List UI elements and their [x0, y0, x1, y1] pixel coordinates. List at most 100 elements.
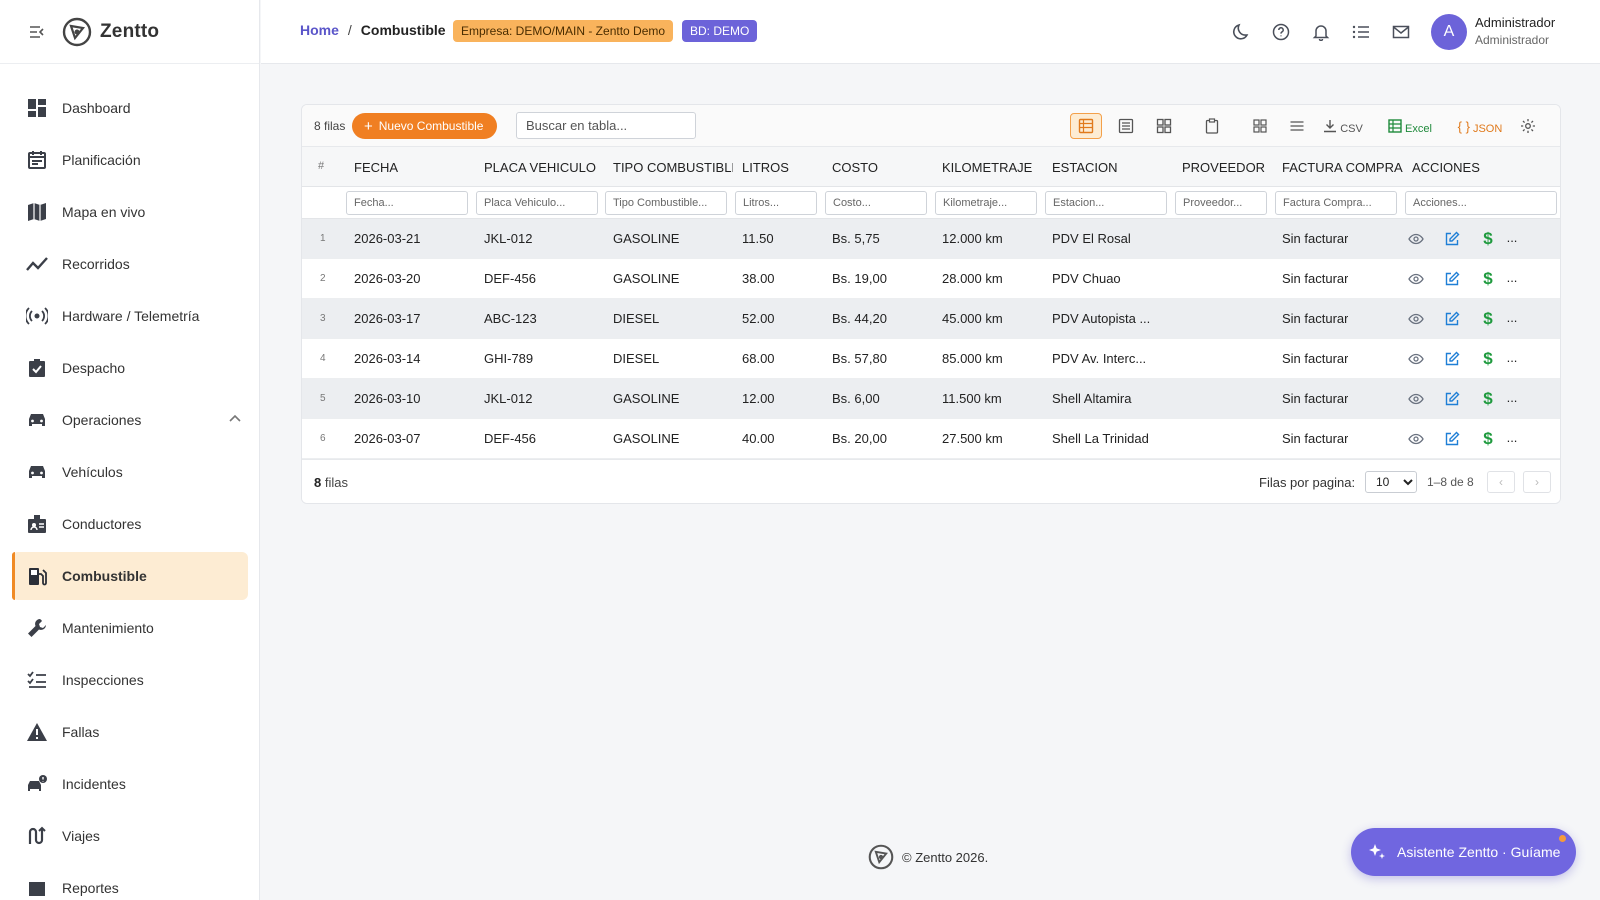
table-row[interactable]: 4 2026-03-14 GHI-789 DIESEL 68.00 Bs. 57,80 85…	[302, 339, 1560, 379]
column-header-litros[interactable]: LITROS	[742, 160, 789, 175]
clipboard-icon[interactable]	[1200, 113, 1224, 139]
help-icon[interactable]	[1271, 22, 1291, 42]
table-view-icon[interactable]	[1070, 113, 1102, 139]
more-actions-button[interactable]: ...	[1502, 387, 1522, 407]
sidebar-item-conductores[interactable]: Conductores	[12, 500, 248, 548]
sidebar-item-despacho[interactable]: Despacho	[12, 344, 248, 392]
export-excel-button[interactable]: Excel	[1386, 113, 1434, 139]
breadcrumb-home[interactable]: Home	[300, 22, 339, 38]
sidebar-item-reportes[interactable]: Reportes	[12, 864, 248, 900]
edit-icon[interactable]	[1442, 389, 1462, 409]
view-eye-icon[interactable]	[1406, 429, 1426, 449]
sidebar-item-incidentes[interactable]: Incidentes	[12, 760, 248, 808]
more-actions-button[interactable]: ...	[1502, 267, 1522, 287]
density-grid-icon[interactable]	[1248, 113, 1272, 139]
new-fuel-button[interactable]: + Nuevo Combustible	[352, 113, 498, 139]
mail-icon[interactable]	[1391, 22, 1411, 42]
avatar[interactable]: A	[1431, 14, 1467, 50]
columns-menu-icon[interactable]	[1285, 113, 1309, 139]
view-eye-icon[interactable]	[1406, 389, 1426, 409]
more-actions-button[interactable]: ...	[1502, 427, 1522, 447]
invoice-dollar-icon[interactable]: $	[1478, 269, 1498, 289]
view-eye-icon[interactable]	[1406, 269, 1426, 289]
sidebar-item-inspecciones[interactable]: Inspecciones	[12, 656, 248, 704]
sidebar-item-mapa[interactable]: Mapa en vivo	[12, 188, 248, 236]
filter-costo-input[interactable]	[825, 191, 927, 215]
cell-index: 4	[320, 353, 326, 364]
sidebar-item-viajes[interactable]: Viajes	[12, 812, 248, 860]
filter-factura-input[interactable]	[1275, 191, 1397, 215]
view-eye-icon[interactable]	[1406, 309, 1426, 329]
org-badge[interactable]: Empresa: DEMO/MAIN - Zentto Demo	[453, 20, 674, 42]
filter-estacion-input[interactable]	[1045, 191, 1167, 215]
invoice-dollar-icon[interactable]: $	[1478, 349, 1498, 369]
dark-mode-icon[interactable]	[1231, 22, 1251, 42]
invoice-dollar-icon[interactable]: $	[1478, 229, 1498, 249]
more-actions-button[interactable]: ...	[1502, 227, 1522, 247]
menu-collapse-icon[interactable]	[26, 21, 48, 43]
column-header-placa[interactable]: PLACA VEHICULO	[484, 160, 596, 175]
table-row[interactable]: 1 2026-03-21 JKL-012 GASOLINE 11.50 Bs. 5,75 1…	[302, 219, 1560, 259]
list-view-icon[interactable]	[1114, 113, 1138, 139]
filter-litros-input[interactable]	[735, 191, 817, 215]
invoice-dollar-icon[interactable]: $	[1478, 429, 1498, 449]
sidebar-item-hardware[interactable]: Hardware / Telemetría	[12, 292, 248, 340]
edit-icon[interactable]	[1442, 269, 1462, 289]
sidebar-item-combustible[interactable]: Combustible	[12, 552, 248, 600]
filter-fecha-input[interactable]	[346, 191, 468, 215]
sidebar-item-mantenimiento[interactable]: Mantenimiento	[12, 604, 248, 652]
list-icon[interactable]	[1351, 22, 1371, 42]
column-header-tipo[interactable]: TIPO COMBUSTIBLE	[613, 160, 733, 175]
edit-icon[interactable]	[1442, 429, 1462, 449]
sidebar-item-vehiculos[interactable]: Vehículos	[12, 448, 248, 496]
column-header-factura[interactable]: FACTURA COMPRA	[1282, 160, 1403, 175]
view-eye-icon[interactable]	[1406, 229, 1426, 249]
table-search-input[interactable]	[516, 112, 696, 139]
prev-page-button[interactable]: ‹	[1487, 471, 1515, 493]
rows-per-page-select[interactable]: 10	[1365, 471, 1417, 493]
edit-icon[interactable]	[1442, 309, 1462, 329]
filter-acciones-input[interactable]	[1405, 191, 1557, 215]
sidebar-item-operaciones[interactable]: Operaciones	[12, 396, 248, 444]
more-actions-button[interactable]: ...	[1502, 347, 1522, 367]
column-header-proveedor[interactable]: PROVEEDOR	[1182, 160, 1265, 175]
settings-gear-icon[interactable]	[1516, 113, 1540, 139]
footer-row-count: 8 filas	[314, 475, 348, 490]
filter-kilometraje-input[interactable]	[935, 191, 1037, 215]
export-csv-button[interactable]: CSV	[1322, 113, 1364, 139]
table-row[interactable]: 6 2026-03-07 DEF-456 GASOLINE 40.00 Bs. 20,00…	[302, 419, 1560, 459]
next-page-button[interactable]: ›	[1523, 471, 1551, 493]
db-badge[interactable]: BD: DEMO	[682, 20, 758, 42]
column-header-kilometraje[interactable]: KILOMETRAJE	[942, 160, 1032, 175]
sidebar-item-recorridos[interactable]: Recorridos	[12, 240, 248, 288]
column-header-fecha[interactable]: FECHA	[354, 160, 398, 175]
page-range: 1–8 de 8	[1427, 475, 1474, 489]
sidebar-item-dashboard[interactable]: Dashboard	[12, 84, 248, 132]
filter-proveedor-input[interactable]	[1175, 191, 1267, 215]
assistant-button[interactable]: Asistente Zentto · Guíame	[1351, 828, 1576, 876]
notifications-icon[interactable]	[1311, 22, 1331, 42]
export-json-button[interactable]: { } JSON	[1456, 113, 1504, 139]
more-actions-button[interactable]: ...	[1502, 307, 1522, 327]
user-name[interactable]: Administrador	[1475, 15, 1555, 30]
table-row[interactable]: 3 2026-03-17 ABC-123 DIESEL 52.00 Bs. 44,20 45…	[302, 299, 1560, 339]
invoice-dollar-icon[interactable]: $	[1478, 309, 1498, 329]
table-row[interactable]: 2 2026-03-20 DEF-456 GASOLINE 38.00 Bs. 19,00…	[302, 259, 1560, 299]
breadcrumb: Home / Combustible	[300, 22, 446, 38]
sidebar-item-fallas[interactable]: Fallas	[12, 708, 248, 756]
brand[interactable]: Zentto	[62, 17, 159, 47]
edit-icon[interactable]	[1442, 229, 1462, 249]
edit-icon[interactable]	[1442, 349, 1462, 369]
cell-factura: Sin facturar	[1282, 351, 1349, 366]
column-header-estacion[interactable]: ESTACION	[1052, 160, 1118, 175]
sidebar-item-planificacion[interactable]: Planificación	[12, 136, 248, 184]
grid-view-icon[interactable]	[1152, 113, 1176, 139]
column-header-costo[interactable]: COSTO	[832, 160, 878, 175]
view-eye-icon[interactable]	[1406, 349, 1426, 369]
invoice-dollar-icon[interactable]: $	[1478, 389, 1498, 409]
filter-tipo-input[interactable]	[605, 191, 727, 215]
filter-placa-input[interactable]	[476, 191, 598, 215]
table-row[interactable]: 5 2026-03-10 JKL-012 GASOLINE 12.00 Bs. 6,00 1…	[302, 379, 1560, 419]
chevron-up-icon[interactable]	[228, 412, 242, 426]
cell-estacion: PDV Autopista ...	[1052, 311, 1151, 326]
